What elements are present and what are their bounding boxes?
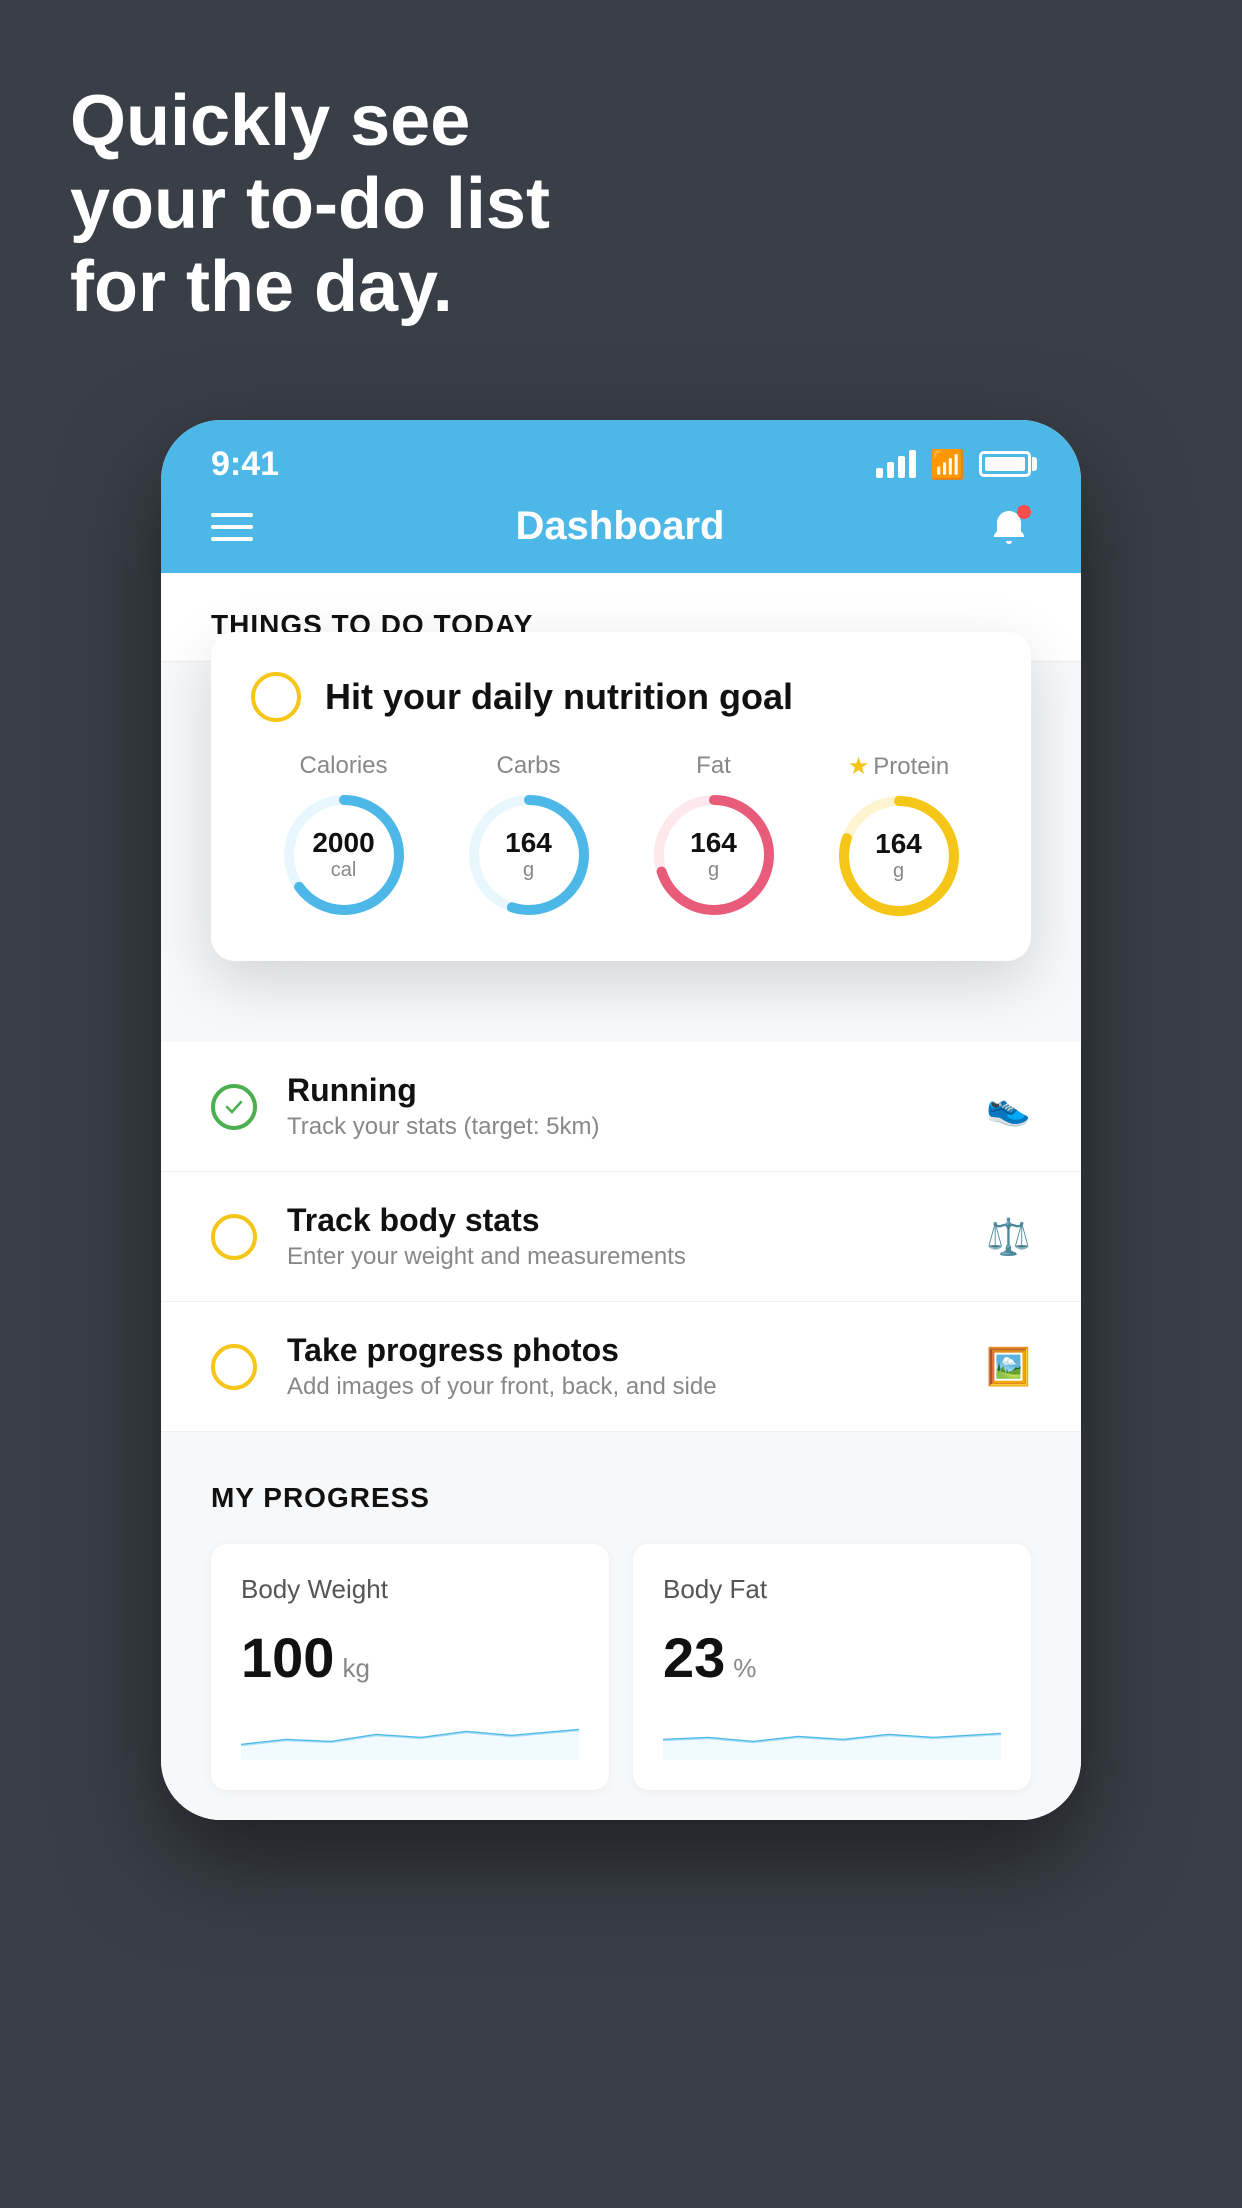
carbs-unit: g (505, 859, 552, 882)
fat-ring: Fat 164 g (649, 752, 779, 920)
nutrition-rings: Calories 2000 cal (251, 752, 991, 921)
photo-icon: 🖼️ (986, 1346, 1031, 1388)
body-weight-unit: kg (342, 1653, 369, 1684)
carbs-label: Carbs (496, 752, 560, 780)
protein-star-icon: ★ (848, 753, 870, 780)
carbs-ring-wrapper: 164 g (464, 790, 594, 920)
body-stats-title: Track body stats (287, 1202, 956, 1239)
nutrition-card: Hit your daily nutrition goal Calories (211, 632, 1031, 961)
photos-title: Take progress photos (287, 1332, 956, 1369)
calories-label: Calories (299, 752, 387, 780)
protein-unit: g (875, 860, 922, 883)
photos-text: Take progress photos Add images of your … (287, 1332, 956, 1401)
running-shoe-icon: 👟 (986, 1086, 1031, 1128)
body-fat-card-title: Body Fat (663, 1574, 1001, 1605)
battery-icon (979, 451, 1031, 477)
body-fat-unit: % (733, 1653, 756, 1684)
fat-ring-wrapper: 164 g (649, 790, 779, 920)
status-bar: 9:41 📶 (161, 420, 1081, 490)
carbs-ring: Carbs 164 g (464, 752, 594, 920)
todo-item-running[interactable]: Running Track your stats (target: 5km) 👟 (161, 1042, 1081, 1172)
photos-subtitle: Add images of your front, back, and side (287, 1373, 956, 1401)
body-fat-sparkline (663, 1710, 1001, 1760)
hamburger-menu[interactable] (211, 513, 253, 541)
body-fat-value-row: 23 % (663, 1625, 1001, 1690)
body-weight-card-title: Body Weight (241, 1574, 579, 1605)
phone-mockup: 9:41 📶 Dashboard THINGS TO DO (161, 420, 1081, 1820)
nav-bar: Dashboard (161, 490, 1081, 573)
running-subtitle: Track your stats (target: 5km) (287, 1113, 956, 1141)
carbs-value: 164 (505, 828, 552, 859)
body-weight-sparkline (241, 1710, 579, 1760)
signal-icon (876, 450, 916, 478)
calories-unit: cal (312, 859, 374, 882)
calories-ring-wrapper: 2000 cal (279, 790, 409, 920)
todo-item-photos[interactable]: Take progress photos Add images of your … (161, 1302, 1081, 1432)
nutrition-card-header: Hit your daily nutrition goal (251, 672, 991, 722)
progress-section: MY PROGRESS Body Weight 100 kg (161, 1432, 1081, 1820)
nav-title: Dashboard (516, 504, 725, 549)
body-stats-check-circle (211, 1214, 257, 1260)
body-weight-card[interactable]: Body Weight 100 kg (211, 1544, 609, 1790)
protein-ring: ★Protein 164 g (834, 752, 964, 921)
nutrition-card-title: Hit your daily nutrition goal (325, 676, 793, 718)
progress-title: MY PROGRESS (211, 1482, 1031, 1514)
notification-bell-icon[interactable] (987, 505, 1031, 549)
content-area: THINGS TO DO TODAY Hit your daily nutrit… (161, 573, 1081, 1820)
body-fat-card[interactable]: Body Fat 23 % (633, 1544, 1031, 1790)
nutrition-check-circle (251, 672, 301, 722)
wifi-icon: 📶 (930, 448, 965, 481)
headline: Quickly see your to-do list for the day. (70, 80, 550, 328)
calories-value: 2000 (312, 828, 374, 859)
calories-ring: Calories 2000 cal (279, 752, 409, 920)
todo-item-body-stats[interactable]: Track body stats Enter your weight and m… (161, 1172, 1081, 1302)
status-time: 9:41 (211, 445, 279, 484)
notification-dot (1017, 505, 1031, 519)
body-weight-value: 100 (241, 1625, 334, 1690)
running-text: Running Track your stats (target: 5km) (287, 1072, 956, 1141)
scale-icon: ⚖️ (986, 1216, 1031, 1258)
body-stats-text: Track body stats Enter your weight and m… (287, 1202, 956, 1271)
todo-list: Running Track your stats (target: 5km) 👟… (161, 1042, 1081, 1432)
fat-value: 164 (690, 828, 737, 859)
status-icons: 📶 (876, 448, 1031, 481)
photos-check-circle (211, 1344, 257, 1390)
body-stats-subtitle: Enter your weight and measurements (287, 1243, 956, 1271)
progress-cards: Body Weight 100 kg Body Fat (211, 1544, 1031, 1790)
body-fat-value: 23 (663, 1625, 725, 1690)
protein-value: 164 (875, 829, 922, 860)
protein-label: ★Protein (848, 752, 950, 781)
fat-unit: g (690, 859, 737, 882)
running-title: Running (287, 1072, 956, 1109)
protein-ring-wrapper: 164 g (834, 791, 964, 921)
body-weight-value-row: 100 kg (241, 1625, 579, 1690)
fat-label: Fat (696, 752, 731, 780)
running-check-circle (211, 1084, 257, 1130)
